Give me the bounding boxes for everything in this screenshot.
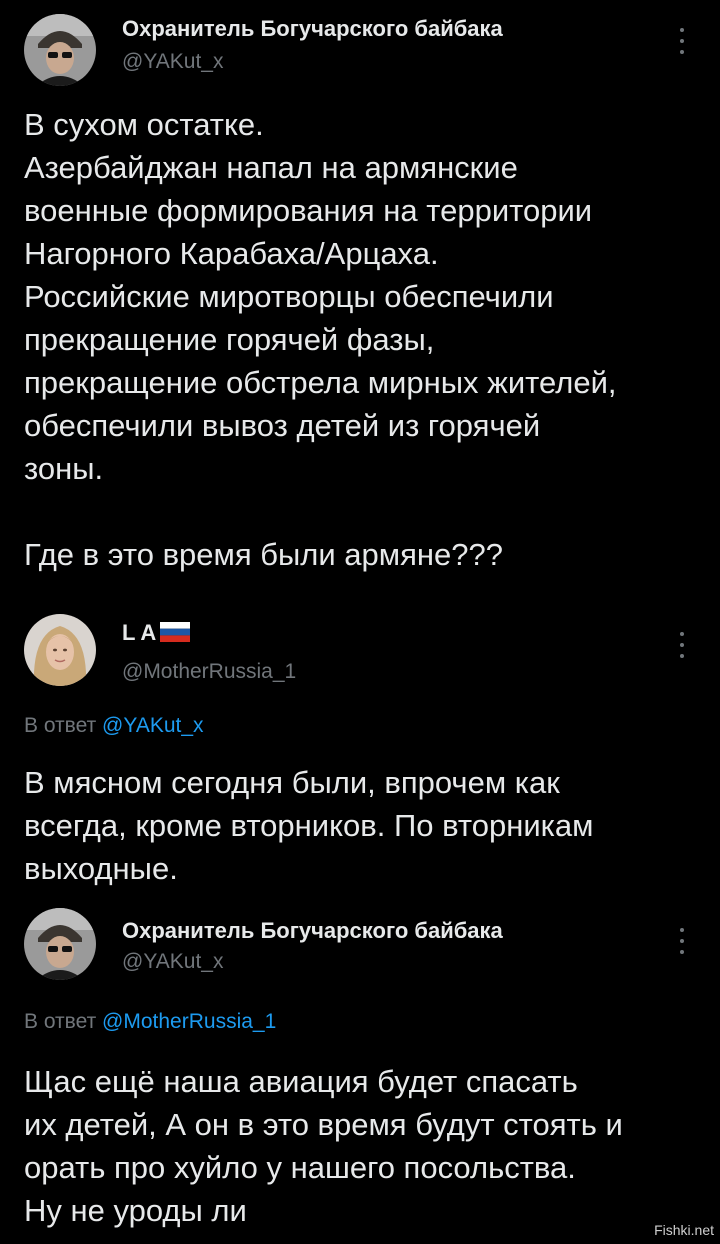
- reply-context: В ответ @YAKut_x: [24, 714, 204, 738]
- author-handle[interactable]: @YAKut_x: [122, 950, 223, 974]
- author-handle[interactable]: @MotherRussia_1: [122, 660, 296, 684]
- tweet-1: Охранитель Богучарского байбака @YAKut_x…: [0, 0, 720, 600]
- tweet-text-line: прекращение горячей фазы,: [24, 322, 435, 357]
- tweet-text-line: их детей, А он в это время будут стоять …: [24, 1107, 623, 1142]
- tweet-text-line: Ну не уроды ли: [24, 1193, 247, 1228]
- author-handle[interactable]: @YAKut_x: [122, 50, 223, 74]
- reply-context: В ответ @MotherRussia_1: [24, 1010, 276, 1034]
- author-name[interactable]: L A: [122, 620, 191, 646]
- reply-mention-link[interactable]: @YAKut_x: [102, 714, 203, 737]
- reply-mention-link[interactable]: @MotherRussia_1: [102, 1010, 276, 1033]
- tweet-text-line: орать про хуйло у нашего посольства.: [24, 1150, 576, 1185]
- tweet-text: Щас ещё наша авиация будет спасать их де…: [24, 1060, 700, 1232]
- tweet-text-line: Российские миротворцы обеспечили: [24, 279, 554, 314]
- avatar[interactable]: [24, 908, 96, 980]
- tweet-text-line: Нагорного Карабаха/Арцаха.: [24, 236, 439, 271]
- tweet-2: L A @MotherRussia_1 В ответ @YAKut_x В м…: [0, 606, 720, 896]
- more-options-icon[interactable]: [674, 632, 690, 658]
- tweet-text-line: выходные.: [24, 851, 178, 886]
- author-name[interactable]: Охранитель Богучарского байбака: [122, 918, 503, 944]
- tweet-text: В мясном сегодня были, впрочем как всегд…: [24, 761, 700, 890]
- tweet-text: В сухом остатке. Азербайджан напал на ар…: [24, 103, 700, 576]
- tweet-text-line: Азербайджан напал на армянские: [24, 150, 518, 185]
- tweet-3: Охранитель Богучарского байбака @YAKut_x…: [0, 900, 720, 1244]
- tweet-text-line: зоны.: [24, 451, 104, 486]
- avatar[interactable]: [24, 614, 96, 686]
- tweet-text-line: В сухом остатке.: [24, 107, 264, 142]
- tweet-text-line: прекращение обстрела мирных жителей,: [24, 365, 617, 400]
- more-options-icon[interactable]: [674, 928, 690, 954]
- tweet-text-line: Щас ещё наша авиация будет спасать: [24, 1064, 578, 1099]
- tweet-text-line: всегда, кроме вторников. По вторникам: [24, 808, 594, 843]
- tweet-text-line: [24, 490, 700, 533]
- avatar[interactable]: [24, 14, 96, 86]
- author-name-text: L A: [122, 620, 157, 645]
- russia-flag-icon: [160, 622, 191, 643]
- tweet-text-line: военные формирования на территории: [24, 193, 593, 228]
- tweet-text-line: обеспечили вывоз детей из горячей: [24, 408, 541, 443]
- reply-prefix: В ответ: [24, 1010, 97, 1033]
- tweet-text-line: В мясном сегодня были, впрочем как: [24, 765, 560, 800]
- tweet-text-line: Где в это время были армяне???: [24, 537, 503, 572]
- more-options-icon[interactable]: [674, 28, 690, 54]
- watermark: Fishki.net: [654, 1222, 714, 1238]
- author-name[interactable]: Охранитель Богучарского байбака: [122, 16, 503, 42]
- reply-prefix: В ответ: [24, 714, 97, 737]
